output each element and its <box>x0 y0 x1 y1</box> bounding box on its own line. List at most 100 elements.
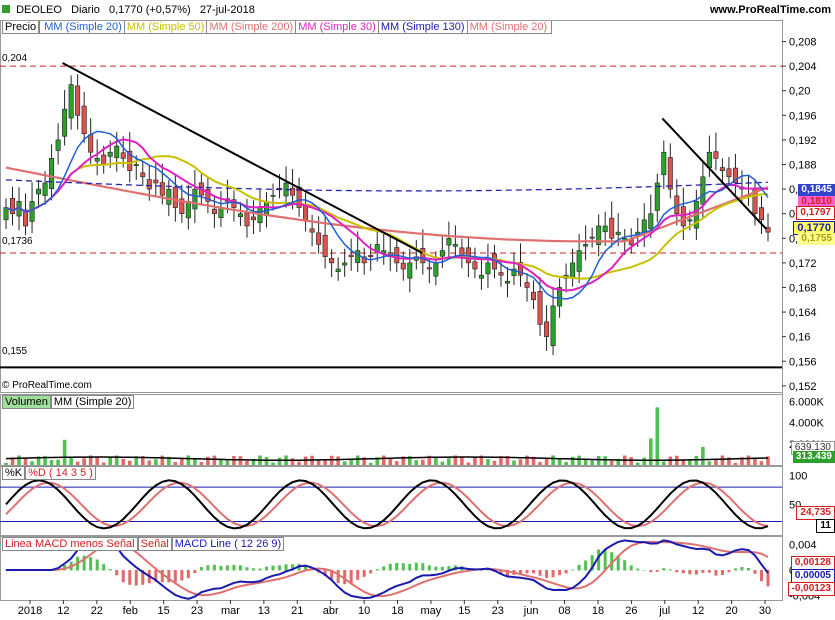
macd-hist-bar <box>115 570 119 576</box>
volume-bar <box>297 461 301 465</box>
volume-bar <box>82 458 86 465</box>
macd-hist-bar <box>219 565 223 571</box>
candle-body <box>335 268 341 272</box>
tag-mm20: 0,1845 <box>798 184 835 196</box>
macd-hist-bar <box>401 563 405 571</box>
x-tick-label: 20 <box>725 605 737 617</box>
volume-bar <box>486 458 490 465</box>
candle-body <box>713 151 719 159</box>
macd-hist-bar <box>564 570 568 574</box>
macd-hist-bar <box>603 549 607 571</box>
tag-stoch-d: 24,735 <box>796 506 835 520</box>
volume-title: Volumen <box>2 395 51 409</box>
x-tick-label: mar <box>221 605 240 617</box>
volume-bar <box>421 459 425 465</box>
candle-body <box>329 258 335 264</box>
price-tick-label: 0,204 <box>789 61 817 73</box>
volume-bar <box>648 438 653 465</box>
macd-tick-label: 0,004 <box>789 540 817 552</box>
candle-body <box>185 201 191 219</box>
copyright-label: © ProRealTime.com <box>2 380 92 391</box>
volume-bar <box>466 462 471 465</box>
candle-body <box>758 207 764 221</box>
volume-bar <box>95 457 99 465</box>
candle-body <box>237 213 243 218</box>
macd-hist-bar <box>206 565 210 571</box>
candle-body <box>75 85 81 116</box>
volume-bar <box>551 455 555 465</box>
volume-bar <box>127 460 132 465</box>
volume-bar <box>121 458 126 465</box>
price-tick-label: 0,196 <box>789 110 817 122</box>
volume-bar <box>368 462 373 465</box>
candle-body <box>583 244 589 247</box>
candle-body <box>726 168 732 178</box>
x-tick-label: 18 <box>592 605 604 617</box>
volume-bar <box>525 455 529 465</box>
macd-hist-bar <box>245 567 249 571</box>
macd-hist-bar <box>395 562 399 571</box>
volume-bar <box>603 456 607 465</box>
volume-bar <box>56 459 60 465</box>
macd-hist-bar <box>440 566 444 571</box>
candle-body <box>504 281 510 284</box>
candle-body <box>211 208 217 214</box>
volume-bar <box>414 460 419 465</box>
macd-hist-bar <box>232 564 236 571</box>
candle-body <box>159 182 165 196</box>
candle-body <box>192 188 198 210</box>
price-tick-label: 0,156 <box>789 356 817 368</box>
macd-hist-bar <box>759 570 763 582</box>
volume-mm-label: MM (Simple 20) <box>50 395 135 409</box>
candle-body <box>322 234 328 258</box>
candle-body <box>172 186 178 208</box>
candle-body <box>719 167 725 171</box>
volume-bar <box>108 457 113 465</box>
volume-bar <box>564 461 568 465</box>
volume-bar <box>355 455 360 465</box>
volume-bar <box>629 457 634 465</box>
macd-hist-bar <box>408 563 412 571</box>
candle-body <box>667 157 673 190</box>
candle-body <box>62 108 68 137</box>
macd-hist-bar <box>173 570 177 583</box>
candle-body <box>81 105 87 135</box>
macd-hist-bar <box>532 570 536 574</box>
volume-bar <box>17 455 21 465</box>
macd-hist-bar <box>623 560 627 571</box>
x-tick-label: 30 <box>759 605 771 617</box>
candle-body <box>153 179 159 184</box>
volume-bar <box>4 462 8 465</box>
macd-hist-bar <box>434 566 438 571</box>
candle-body <box>107 151 113 157</box>
macd-hist-bar <box>577 564 581 571</box>
x-tick-label: 21 <box>291 605 303 617</box>
macd-hist-bar <box>584 560 588 571</box>
candle-body <box>49 158 55 189</box>
candle-body <box>472 261 478 270</box>
macd-hist-bar <box>642 569 646 571</box>
macd-hist-bar <box>649 570 653 573</box>
candle-body <box>700 176 706 205</box>
tag-mm200: 0,1797 <box>796 206 835 220</box>
macd-hist-bar <box>362 570 366 577</box>
macd-hist-bar <box>675 570 679 573</box>
x-tick-label: 2018 <box>18 605 42 617</box>
volume-bar <box>160 455 165 465</box>
level-label-1736: 0,1736 <box>2 236 33 247</box>
macd-hist-bar <box>427 565 431 571</box>
macd-hist-bar <box>199 567 203 571</box>
macd-hist-bar <box>558 570 562 576</box>
volume-bar <box>753 458 757 465</box>
macd-hist-bar <box>388 563 392 571</box>
volume-bar <box>661 461 666 465</box>
macd-hist-bar <box>746 567 750 571</box>
stoch-d-title: %D ( 14 3 5 ) <box>25 466 96 480</box>
macd-hist-bar <box>694 570 698 575</box>
volume-bar <box>447 458 451 465</box>
candle-body <box>426 267 432 270</box>
candle-body <box>36 188 42 195</box>
macd-hist-bar <box>538 570 542 576</box>
macd-hist-bar <box>225 565 229 571</box>
chart-window: DEOLEO Diario 0,1770 (+0,57%) 27-jul-201… <box>0 0 835 620</box>
